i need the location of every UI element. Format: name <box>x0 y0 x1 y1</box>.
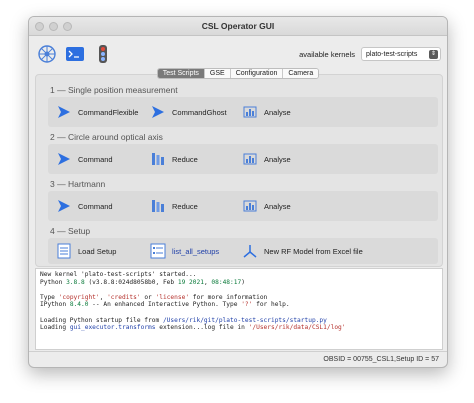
tab-test-scripts[interactable]: Test Scripts <box>157 69 205 78</box>
analyse-button[interactable]: Analyse <box>242 151 291 167</box>
test-scripts-panel: 1 — Single position measurement CommandF… <box>35 74 443 267</box>
console-line: Python 3.8.8 (v3.8.8:024d8058b0, Feb 19 … <box>40 278 245 286</box>
status-text: OBSID = 00755_CSL1,Setup ID = 57 <box>323 356 439 363</box>
section-box: CommandFlexible CommandGhost Analyse <box>48 97 438 127</box>
action-label: Load Setup <box>78 246 117 256</box>
send-arrow-icon <box>56 104 72 120</box>
console-line: New kernel 'plato-test-scripts' started.… <box>40 271 197 278</box>
section-box: Command Reduce Analyse <box>48 144 438 174</box>
action-label: list_all_setups <box>172 246 220 256</box>
console-line: IPython 8.4.0 -- An enhanced Interactive… <box>40 301 290 309</box>
analyse-button[interactable]: Analyse <box>242 198 291 214</box>
action-label: Analyse <box>264 154 291 164</box>
kernel-select[interactable]: plato-test-scripts ⇕ <box>361 47 441 61</box>
reduce-icon <box>150 198 166 214</box>
app-window: CSL Operator GUI available kernels plato… <box>28 16 448 368</box>
analyse-icon <box>242 104 258 120</box>
list-icon <box>150 243 166 259</box>
tab-gse[interactable]: GSE <box>204 69 231 78</box>
kernel-selector-group: available kernels plato-test-scripts ⇕ <box>299 47 441 61</box>
load-setup-button[interactable]: Load Setup <box>56 243 116 259</box>
tab-configuration[interactable]: Configuration <box>230 69 284 78</box>
toolbar: available kernels plato-test-scripts ⇕ <box>29 36 447 72</box>
traffic-light-button[interactable] <box>91 42 115 66</box>
analyse-icon <box>242 198 258 214</box>
kernel-select-value: plato-test-scripts <box>366 50 418 58</box>
reduce-button[interactable]: Reduce <box>150 151 198 167</box>
document-list-icon <box>56 243 72 259</box>
action-label: Command <box>78 154 113 164</box>
action-label: Analyse <box>264 107 291 117</box>
console-line: Loading gui_executor.transforms extensio… <box>40 324 346 332</box>
section-box: Command Reduce Analyse <box>48 191 438 221</box>
console-line: Loading Python startup file from /Users/… <box>40 316 327 324</box>
settings-wheel-icon <box>38 45 56 63</box>
action-label: Reduce <box>172 154 198 164</box>
section-title: 1 — Single position measurement <box>50 85 178 95</box>
send-arrow-icon <box>150 104 166 120</box>
branch-icon <box>242 243 258 259</box>
kernel-label: available kernels <box>299 49 355 59</box>
traffic-light-icon <box>99 45 107 63</box>
console-output[interactable]: New kernel 'plato-test-scripts' started.… <box>35 268 443 350</box>
tab-camera[interactable]: Camera <box>283 69 319 78</box>
console-line: Type 'copyright', 'credits' or 'license'… <box>40 293 268 301</box>
title-bar: CSL Operator GUI <box>29 17 447 36</box>
terminal-button[interactable] <box>63 42 87 66</box>
window-title: CSL Operator GUI <box>201 21 275 31</box>
action-label: Analyse <box>264 201 291 211</box>
terminal-icon <box>66 47 84 61</box>
action-label: New RF Model from Excel file <box>264 246 363 256</box>
send-arrow-icon <box>56 151 72 167</box>
close-window-button[interactable] <box>35 22 44 31</box>
command-button[interactable]: Command <box>56 151 113 167</box>
action-label: CommandGhost <box>172 107 227 117</box>
section-title: 2 — Circle around optical axis <box>50 132 163 142</box>
chevron-updown-icon: ⇕ <box>429 50 438 59</box>
analyse-button[interactable]: Analyse <box>242 104 291 120</box>
minimize-window-button[interactable] <box>49 22 58 31</box>
section-box: Load Setup list_all_setups New RF Model … <box>48 238 438 264</box>
action-label: CommandFlexible <box>78 107 139 117</box>
settings-wheel-button[interactable] <box>35 42 59 66</box>
section-title: 3 — Hartmann <box>50 179 106 189</box>
section-title: 4 — Setup <box>50 226 91 236</box>
window-controls <box>35 22 72 31</box>
tab-bar: Test Scripts GSE Configuration Camera <box>156 68 320 79</box>
action-label: Reduce <box>172 201 198 211</box>
list-all-setups-button[interactable]: list_all_setups <box>150 243 219 259</box>
command-button[interactable]: Command <box>56 198 113 214</box>
analyse-icon <box>242 151 258 167</box>
command-ghost-button[interactable]: CommandGhost <box>150 104 227 120</box>
send-arrow-icon <box>56 198 72 214</box>
command-flexible-button[interactable]: CommandFlexible <box>56 104 138 120</box>
new-rf-model-button[interactable]: New RF Model from Excel file <box>242 243 363 259</box>
reduce-button[interactable]: Reduce <box>150 198 198 214</box>
action-label: Command <box>78 201 113 211</box>
zoom-window-button[interactable] <box>63 22 72 31</box>
status-bar: OBSID = 00755_CSL1,Setup ID = 57 <box>29 351 447 367</box>
tab-bar-container: Test Scripts GSE Configuration Camera <box>29 68 447 79</box>
reduce-icon <box>150 151 166 167</box>
